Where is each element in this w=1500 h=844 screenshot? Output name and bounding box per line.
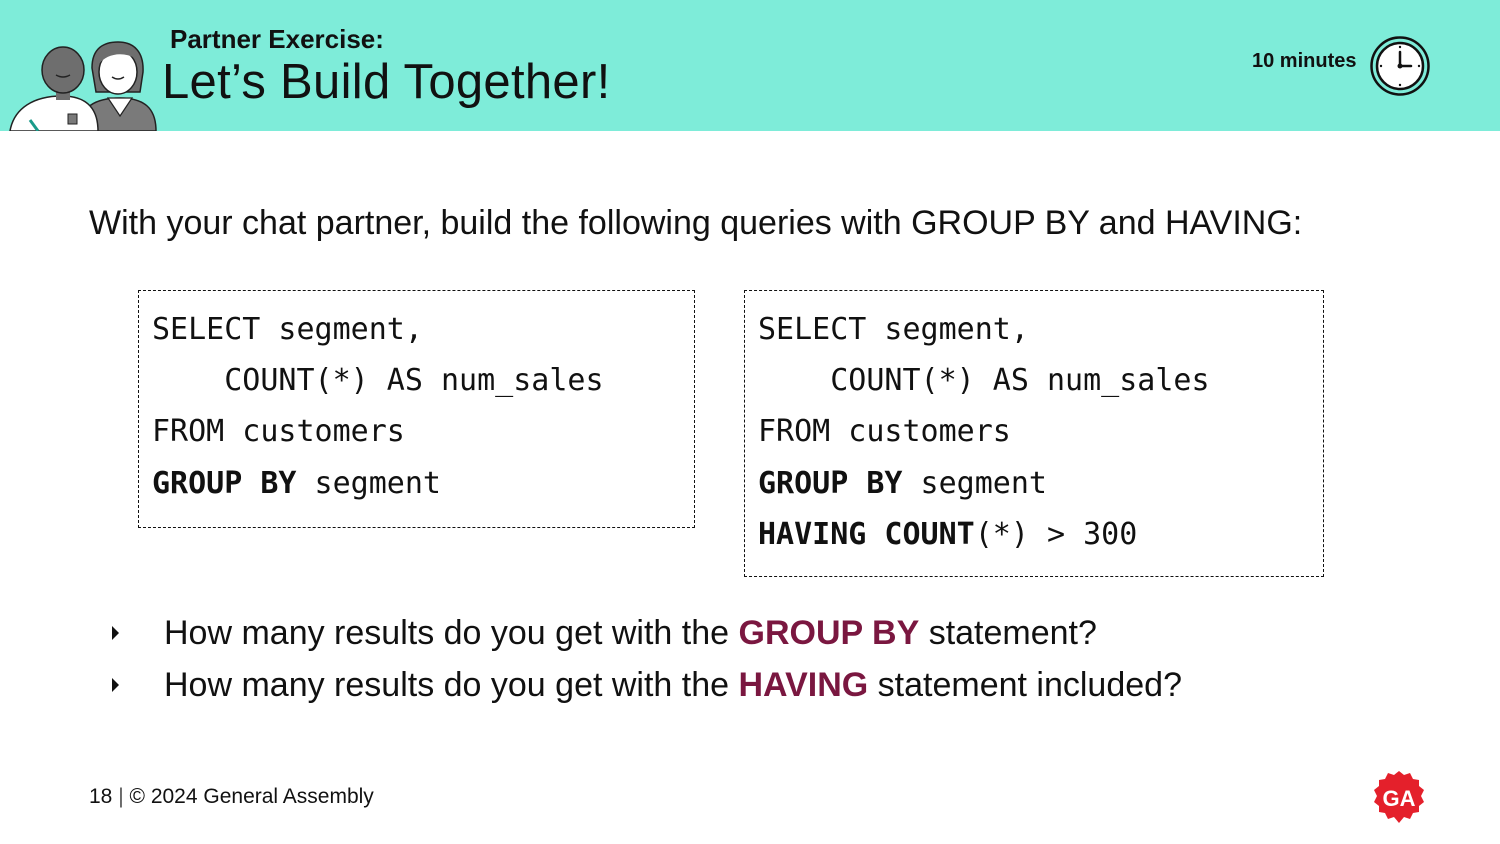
general-assembly-logo: GA [1374, 771, 1424, 823]
code-line: GROUP BY segment [152, 466, 441, 501]
code-line: FROM customers [758, 414, 1011, 449]
slide-title: Let’s Build Together! [162, 55, 611, 109]
code-line: GROUP BY segment [758, 466, 1047, 501]
duration-label: 10 minutes [1252, 50, 1357, 72]
sql-keyword: HAVING COUNT [758, 517, 975, 552]
highlighted-keyword: GROUP BY [738, 614, 920, 652]
bullet-arrow-icon [112, 626, 119, 640]
code-line: COUNT(*) AS num_sales [758, 363, 1210, 398]
copyright-text: © 2024 General Assembly [129, 785, 374, 808]
code-line: SELECT segment, [758, 312, 1029, 347]
slide-footer: 18 | © 2024 General Assembly [89, 785, 374, 809]
exercise-kicker: Partner Exercise: [170, 24, 384, 54]
highlighted-keyword: HAVING [738, 666, 869, 704]
clock-icon [1370, 36, 1430, 96]
sql-keyword: GROUP BY [152, 466, 297, 501]
bullet-arrow-icon [112, 678, 119, 692]
code-line: SELECT segment, [152, 312, 423, 347]
sql-keyword: GROUP BY [758, 466, 903, 501]
page-number: 18 [89, 785, 113, 808]
slide-header: Partner Exercise: Let’s Build Together! … [0, 0, 1500, 131]
code-line: HAVING COUNT(*) > 300 [758, 517, 1138, 552]
code-line: FROM customers [152, 414, 405, 449]
footer-separator: | [118, 785, 124, 808]
two-people-icon [9, 41, 157, 131]
code-line: COUNT(*) AS num_sales [152, 363, 604, 398]
instructions-text: With your chat partner, build the follow… [89, 204, 1303, 242]
having-query-box: SELECT segment, COUNT(*) AS num_sales FR… [744, 290, 1324, 577]
svg-text:GA: GA [1383, 786, 1416, 811]
group-by-query-box: SELECT segment, COUNT(*) AS num_sales FR… [138, 290, 695, 528]
